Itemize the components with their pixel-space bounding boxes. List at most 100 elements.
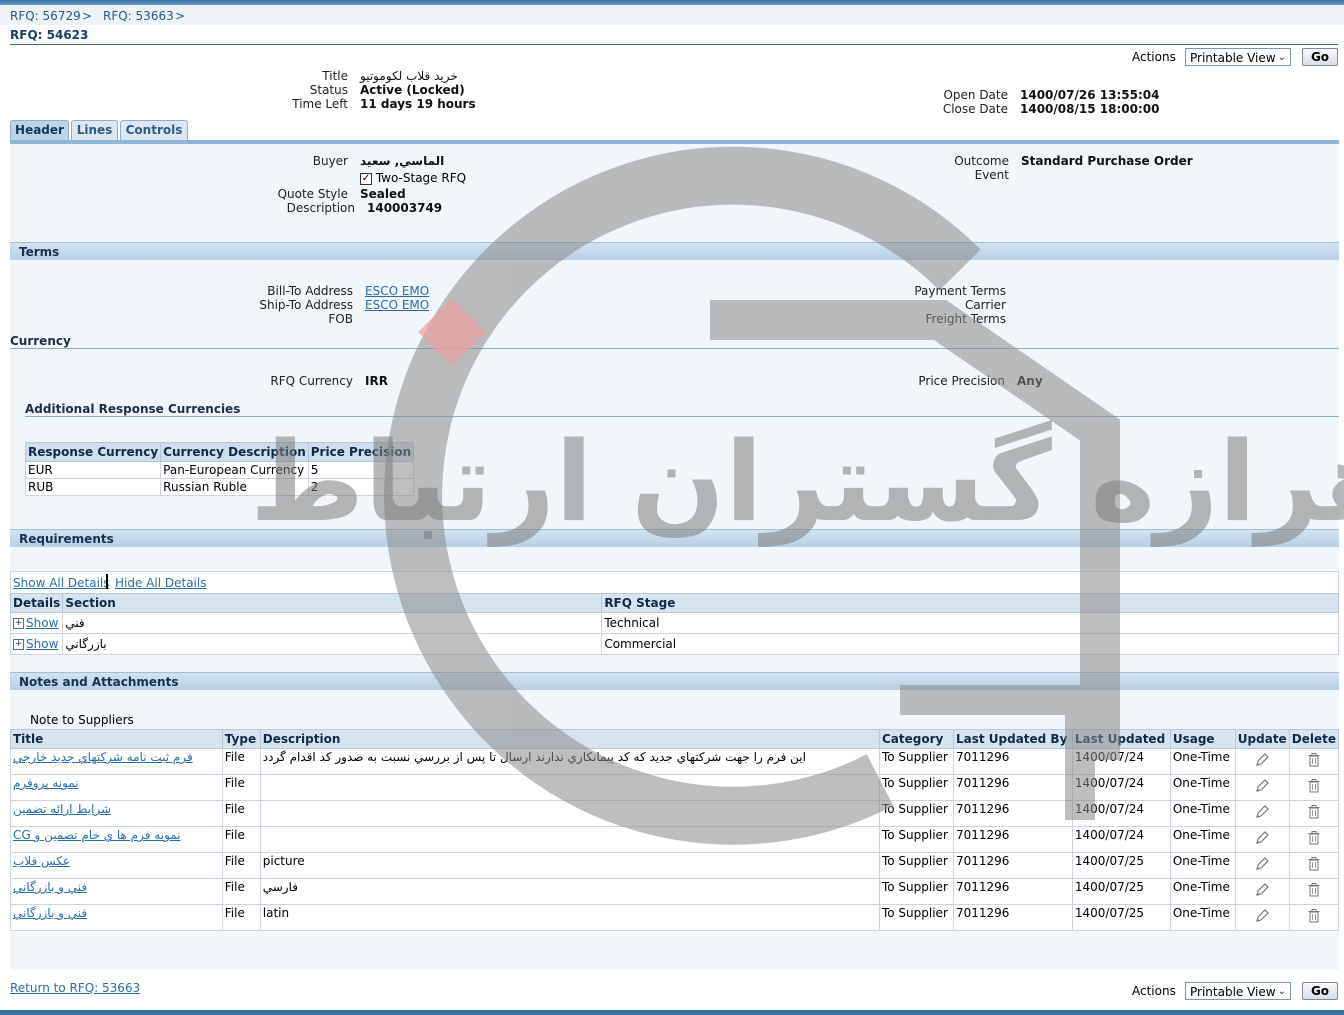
column-header-updated-by: Last Updated By xyxy=(952,729,1073,749)
show-details-link[interactable]: Show xyxy=(26,637,58,651)
pencil-icon[interactable] xyxy=(1254,804,1270,820)
table-row: نمونه پروفرم File To Supplier 7011296 1400/0… xyxy=(10,774,1340,801)
hide-all-details-link[interactable]: Hide All Details xyxy=(115,576,206,590)
last-updated-cell-text: 1400/07/25 xyxy=(1074,880,1145,894)
attachment-title-link[interactable]: عكس قلاب xyxy=(13,854,70,868)
show-details-link[interactable]: Show xyxy=(26,616,58,630)
attachment-title-link[interactable]: CG نمونه فرم ها ي خام تضمين و xyxy=(13,828,181,842)
return-to-rfq-link[interactable]: Return to RFQ: 53663 xyxy=(10,981,140,995)
usage-cell: One-Time xyxy=(1169,878,1236,905)
usage-cell-text: One-Time xyxy=(1172,880,1230,894)
updated-by-cell: 7011296 xyxy=(952,774,1073,801)
trash-icon[interactable] xyxy=(1307,804,1321,820)
two-stage-label: Two-Stage RFQ xyxy=(375,171,467,185)
trash-icon[interactable] xyxy=(1307,908,1321,924)
usage-cell: One-Time xyxy=(1169,852,1236,879)
column-header: RFQ Stage xyxy=(601,593,1339,613)
tab-lines[interactable]: Lines xyxy=(71,120,118,140)
description-cell-text: فارسي xyxy=(262,880,298,894)
time-left-label: Time Left xyxy=(292,97,348,111)
attachment-title-link[interactable]: فرم ثبت نامه شركتهاي جديد خارجي xyxy=(13,750,193,764)
table-cell: 2 xyxy=(307,478,415,496)
tab-controls[interactable]: Controls xyxy=(120,120,188,140)
event-label: Event xyxy=(974,168,1009,182)
pencil-icon[interactable] xyxy=(1254,752,1270,768)
breadcrumb-link-rfq-56729[interactable]: RFQ: 56729 xyxy=(10,9,81,23)
tab-header[interactable]: Header xyxy=(10,120,69,140)
category-cell: To Supplier xyxy=(878,748,954,775)
table-cell: Russian Ruble xyxy=(160,478,309,496)
breadcrumb-link-rfq-53663[interactable]: RFQ: 53663 xyxy=(103,9,174,23)
quote-style-label: Quote Style xyxy=(277,187,348,201)
pencil-icon[interactable] xyxy=(1254,908,1270,924)
stage-cell: Technical xyxy=(601,612,1339,634)
type-cell-text: File xyxy=(224,854,245,868)
pencil-icon[interactable] xyxy=(1254,778,1270,794)
column-header: Response Currency xyxy=(24,442,162,462)
type-cell-text: File xyxy=(224,906,245,920)
type-cell-text: File xyxy=(224,750,245,764)
last-updated-cell-text: 1400/07/24 xyxy=(1074,828,1145,842)
status-value: Active (Locked) xyxy=(360,83,465,97)
pencil-icon[interactable] xyxy=(1254,856,1270,872)
breadcrumb: RFQ: 56729 > RFQ: 53663 > xyxy=(0,5,1344,25)
bottom-accent-bar xyxy=(0,1010,1344,1015)
last-updated-cell: 1400/07/24 xyxy=(1071,748,1171,775)
update-cell xyxy=(1234,852,1290,879)
usage-cell-text: One-Time xyxy=(1172,854,1230,868)
attachment-title-link[interactable]: نمونه پروفرم xyxy=(13,776,79,790)
actions-select[interactable]: Printable View ⌄ xyxy=(1185,48,1291,66)
type-cell: File xyxy=(221,904,261,931)
category-cell-text: To Supplier xyxy=(881,880,948,894)
type-cell: File xyxy=(221,774,261,801)
last-updated-cell: 1400/07/25 xyxy=(1071,852,1171,879)
trash-icon[interactable] xyxy=(1307,882,1321,898)
usage-cell-text: One-Time xyxy=(1172,906,1230,920)
column-header-description: Description xyxy=(259,729,880,749)
table-cell: Pan-European Currency xyxy=(160,461,309,479)
ship-to-link[interactable]: ESCO EMO xyxy=(365,298,429,312)
section-cell: بازرگاني xyxy=(62,633,603,655)
price-precision-value: Any xyxy=(1017,374,1043,388)
details-cell: + Show xyxy=(9,612,64,634)
bill-to-link[interactable]: ESCO EMO xyxy=(365,284,429,298)
trash-icon[interactable] xyxy=(1307,778,1321,794)
go-button-bottom[interactable]: Go xyxy=(1302,982,1338,1000)
column-header: Section xyxy=(62,593,603,613)
updated-by-cell-text: 7011296 xyxy=(955,880,1010,894)
table-cell: RUB xyxy=(24,478,162,496)
expand-plus-icon[interactable]: + xyxy=(13,618,24,629)
attachment-title-link[interactable]: فني و بازرگاني xyxy=(13,906,87,920)
actions-select-bottom[interactable]: Printable View ⌄ xyxy=(1185,982,1291,1000)
last-updated-cell-text: 1400/07/24 xyxy=(1074,750,1145,764)
title-cell: نمونه پروفرم xyxy=(10,774,223,801)
last-updated-cell: 1400/07/24 xyxy=(1071,774,1171,801)
title-cell: فني و بازرگاني xyxy=(10,904,223,931)
type-cell: File xyxy=(221,878,261,905)
column-header: Currency Description xyxy=(160,442,309,462)
requirements-toolbar: Show All Details Hide All Details xyxy=(10,571,1339,593)
attachment-title-link[interactable]: شرايط ارائه تضمين xyxy=(13,802,111,816)
rfq-currency-value: IRR xyxy=(365,374,388,388)
go-button[interactable]: Go xyxy=(1302,48,1338,66)
expand-plus-icon[interactable]: + xyxy=(13,639,24,650)
column-header-last-updated: Last Updated xyxy=(1071,729,1171,749)
pencil-icon[interactable] xyxy=(1254,882,1270,898)
requirements-table: Details Section RFQ Stage + Show فني Tech… xyxy=(9,593,1339,655)
category-cell-text: To Supplier xyxy=(881,776,948,790)
type-cell-text: File xyxy=(224,880,245,894)
trash-icon[interactable] xyxy=(1307,752,1321,768)
trash-icon[interactable] xyxy=(1307,856,1321,872)
checkbox-checked-icon[interactable]: ✓ xyxy=(360,172,372,185)
attachment-title-link[interactable]: فني و بازرگاني xyxy=(13,880,87,894)
show-all-details-link[interactable]: Show All Details xyxy=(13,576,110,590)
notes-section-header: Notes and Attachments xyxy=(10,672,1339,690)
pencil-icon[interactable] xyxy=(1254,830,1270,846)
chevron-down-icon: ⌄ xyxy=(1277,52,1286,63)
category-cell-text: To Supplier xyxy=(881,854,948,868)
description-cell-text: اين فرم را جهت شركتهاي جديد كه كد پيمانك… xyxy=(262,750,806,764)
column-header-type: Type xyxy=(221,729,261,749)
currency-heading: Currency xyxy=(10,334,71,348)
bill-to-label: Bill-To Address xyxy=(267,284,353,298)
trash-icon[interactable] xyxy=(1307,830,1321,846)
